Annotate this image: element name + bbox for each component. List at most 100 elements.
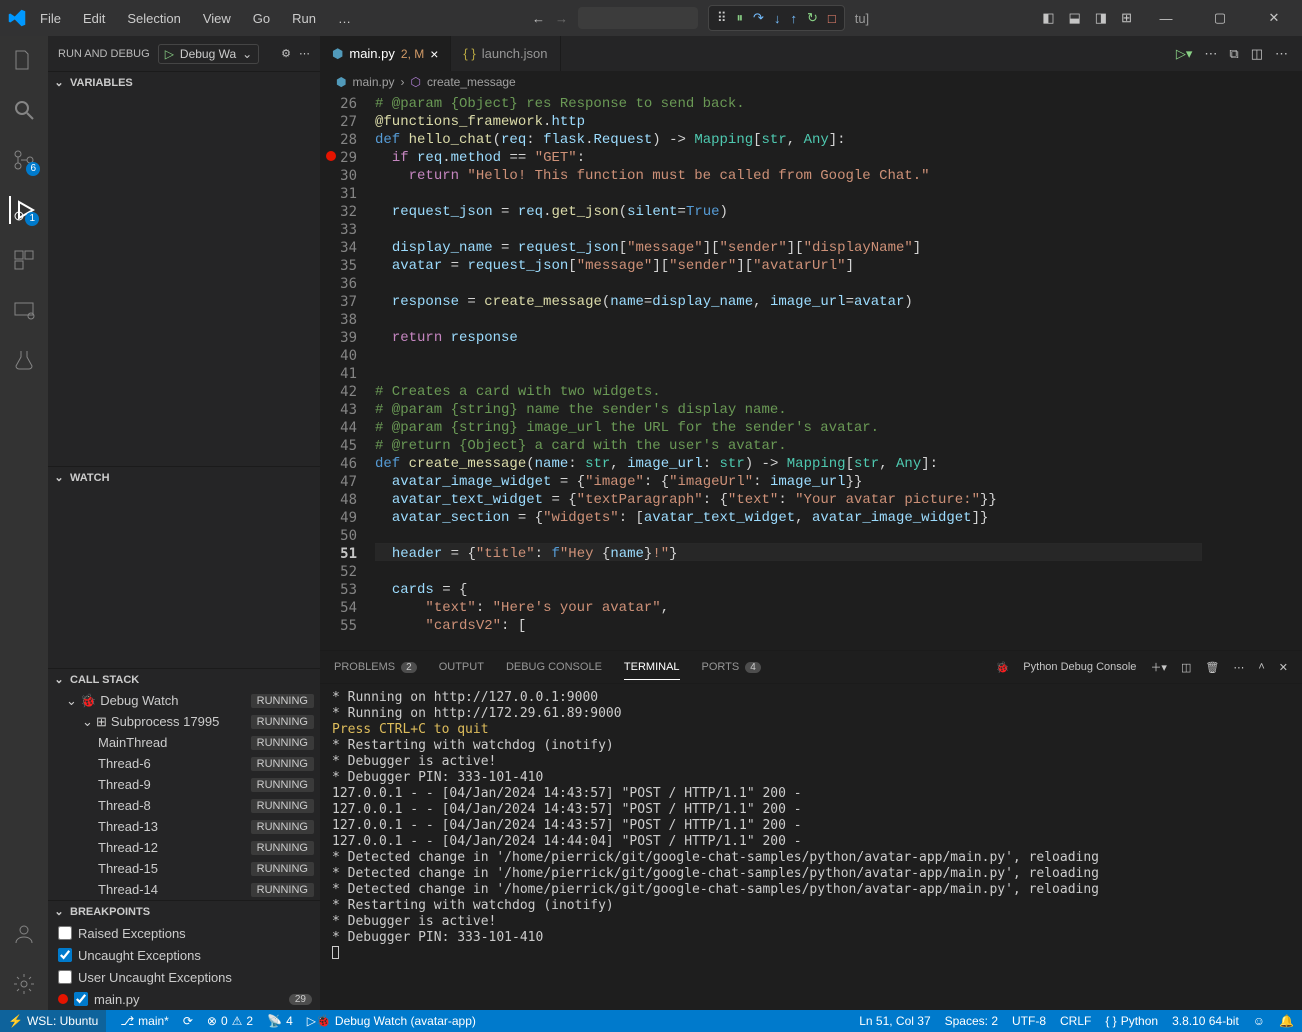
debug-step-over-icon[interactable]: ↷	[753, 10, 764, 26]
breakpoint-file-row[interactable]: main.py29	[48, 988, 320, 1010]
activity-remote-icon[interactable]	[10, 296, 38, 324]
line-number[interactable]: 41	[320, 365, 357, 383]
terminal-output[interactable]: * Running on http://127.0.0.1:9000 * Run…	[320, 684, 1302, 1010]
line-number[interactable]: 47	[320, 473, 357, 491]
code-line[interactable]: def hello_chat(req: flask.Request) -> Ma…	[375, 131, 1202, 149]
line-number[interactable]: 37	[320, 293, 357, 311]
line-number[interactable]: 50	[320, 527, 357, 545]
callstack-row[interactable]: Thread-12RUNNING	[48, 837, 320, 858]
breakpoint-checkbox[interactable]	[58, 926, 72, 940]
code-line[interactable]: return "Hello! This function must be cal…	[375, 167, 1202, 185]
code-line[interactable]	[375, 347, 1202, 365]
breakpoint-row[interactable]: Raised Exceptions	[48, 922, 320, 944]
line-number[interactable]: 52	[320, 563, 357, 581]
window-close-icon[interactable]: ✕	[1254, 10, 1294, 26]
callstack-row[interactable]: ⌄⊞Subprocess 17995RUNNING	[48, 711, 320, 732]
panel-close-icon[interactable]: ✕	[1279, 661, 1288, 674]
line-number[interactable]: 26	[320, 95, 357, 113]
layout-sidebar-right-icon[interactable]: ◨	[1095, 10, 1107, 26]
activity-testing-icon[interactable]	[10, 346, 38, 374]
code-line[interactable]: avatar_section = {"widgets": [avatar_tex…	[375, 509, 1202, 527]
debug-step-into-icon[interactable]: ↓	[774, 11, 781, 26]
editor-tab[interactable]: { }launch.json	[451, 36, 560, 71]
code-line[interactable]	[375, 185, 1202, 203]
run-file-icon[interactable]: ▷▾	[1176, 46, 1193, 62]
line-number[interactable]: 32	[320, 203, 357, 221]
code-line[interactable]	[375, 275, 1202, 293]
editor-overflow-icon[interactable]: ⋯	[1275, 46, 1288, 62]
callstack-row[interactable]: Thread-8RUNNING	[48, 795, 320, 816]
menu-selection[interactable]: Selection	[119, 7, 188, 30]
panel-tab[interactable]: OUTPUT	[439, 655, 484, 680]
panel-maximize-icon[interactable]: ˄	[1258, 661, 1264, 673]
code-line[interactable]: header = {"title": f"Hey {name}!"}	[375, 545, 1202, 563]
activity-scm-icon[interactable]: 6	[10, 146, 38, 174]
code-line[interactable]	[375, 563, 1202, 581]
line-number[interactable]: 40	[320, 347, 357, 365]
breakpoint-row[interactable]: Uncaught Exceptions	[48, 944, 320, 966]
code-line[interactable]: @functions_framework.http	[375, 113, 1202, 131]
status-notifications-icon[interactable]: 🔔	[1279, 1014, 1294, 1028]
activity-explorer-icon[interactable]	[10, 46, 38, 74]
breakpoint-glyph-icon[interactable]	[326, 151, 336, 161]
code-line[interactable]: # @param {string} name the sender's disp…	[375, 401, 1202, 419]
panel-more-icon[interactable]: ⋯	[1233, 661, 1244, 674]
line-number[interactable]: 43	[320, 401, 357, 419]
terminal-profile-label[interactable]: Python Debug Console	[1023, 661, 1136, 673]
code-line[interactable]: # Creates a card with two widgets.	[375, 383, 1202, 401]
line-number[interactable]: 46	[320, 455, 357, 473]
status-spaces[interactable]: Spaces: 2	[945, 1014, 998, 1028]
code-line[interactable]: # @param {Object} res Response to send b…	[375, 95, 1202, 113]
menu-more[interactable]: …	[330, 7, 359, 30]
split-terminal-icon[interactable]: ◫	[1181, 661, 1191, 674]
command-center[interactable]	[578, 7, 698, 29]
line-number[interactable]: 36	[320, 275, 357, 293]
section-breakpoints[interactable]: ⌄BREAKPOINTS	[48, 900, 320, 922]
breakpoint-checkbox[interactable]	[58, 970, 72, 984]
status-branch[interactable]: ⎇main*	[120, 1014, 169, 1028]
line-number[interactable]: 48	[320, 491, 357, 509]
layout-customize-icon[interactable]: ⊞	[1121, 10, 1132, 26]
panel-tab[interactable]: PORTS4	[702, 655, 761, 680]
window-minimize-icon[interactable]: —	[1146, 11, 1186, 26]
code-line[interactable]: display_name = request_json["message"]["…	[375, 239, 1202, 257]
activity-settings-icon[interactable]	[10, 970, 38, 998]
callstack-row[interactable]: Thread-9RUNNING	[48, 774, 320, 795]
panel-tab[interactable]: PROBLEMS2	[334, 655, 417, 680]
status-interpreter[interactable]: 3.8.10 64-bit	[1172, 1014, 1239, 1028]
status-encoding[interactable]: UTF-8	[1012, 1014, 1046, 1028]
more-icon[interactable]: ⋯	[299, 47, 310, 60]
callstack-row[interactable]: Thread-15RUNNING	[48, 858, 320, 879]
line-number[interactable]: 54	[320, 599, 357, 617]
code-line[interactable]: return response	[375, 329, 1202, 347]
code-line[interactable]	[375, 365, 1202, 383]
code-line[interactable]: if req.method == "GET":	[375, 149, 1202, 167]
line-number[interactable]: 34	[320, 239, 357, 257]
line-number[interactable]: 33	[320, 221, 357, 239]
line-number[interactable]: 53	[320, 581, 357, 599]
breakpoint-row[interactable]: User Uncaught Exceptions	[48, 966, 320, 988]
layout-sidebar-left-icon[interactable]: ◧	[1042, 10, 1054, 26]
debug-stop-icon[interactable]: □	[828, 11, 836, 26]
activity-extensions-icon[interactable]	[10, 246, 38, 274]
code-line[interactable]: "text": "Here's your avatar",	[375, 599, 1202, 617]
line-number[interactable]: 38	[320, 311, 357, 329]
line-number[interactable]: 39	[320, 329, 357, 347]
line-number[interactable]: 35	[320, 257, 357, 275]
line-number[interactable]: 28	[320, 131, 357, 149]
status-language[interactable]: { }Python	[1105, 1014, 1158, 1028]
code-line[interactable]: cards = {	[375, 581, 1202, 599]
debug-sidebar-icon[interactable]: ⧉	[1229, 46, 1238, 62]
line-number[interactable]: 49	[320, 509, 357, 527]
editor-more-icon[interactable]: ⋯	[1204, 46, 1217, 62]
code-line[interactable]: def create_message(name: str, image_url:…	[375, 455, 1202, 473]
line-number[interactable]: 51	[320, 545, 357, 563]
section-watch[interactable]: ⌄WATCH	[48, 466, 320, 488]
callstack-row[interactable]: Thread-6RUNNING	[48, 753, 320, 774]
debug-restart-icon[interactable]: ↻	[807, 10, 818, 26]
code-line[interactable]: avatar_text_widget = {"textParagraph": {…	[375, 491, 1202, 509]
panel-tab[interactable]: TERMINAL	[624, 655, 680, 680]
tab-close-icon[interactable]: ×	[430, 46, 438, 62]
code-line[interactable]: response = create_message(name=display_n…	[375, 293, 1202, 311]
code-line[interactable]	[375, 311, 1202, 329]
